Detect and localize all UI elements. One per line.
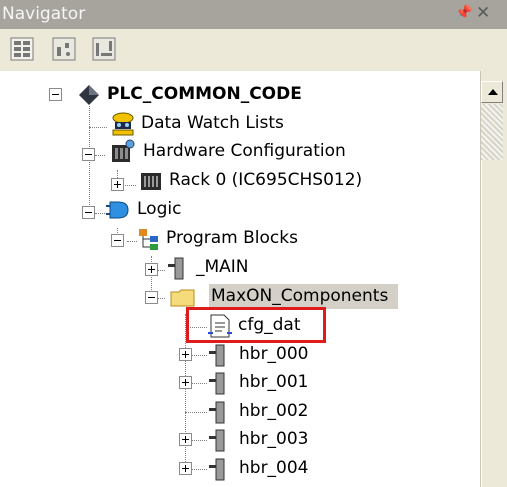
tree-node-data-watch[interactable]: Data Watch Lists (110, 111, 320, 137)
tree-node-cfg-dat[interactable]: cfg_dat (207, 313, 327, 339)
program-blocks-icon (139, 229, 158, 250)
cfg-dat-label: cfg_dat (238, 315, 301, 335)
tree-node-hbr-000[interactable]: hbr_000 (207, 342, 317, 368)
ladder-block-icon (209, 429, 225, 452)
expand-rack-toggle[interactable] (111, 178, 124, 191)
hbr-003-label: hbr_003 (239, 429, 309, 449)
panel-title: Navigator (2, 4, 86, 24)
tree-node-hbr-001[interactable]: hbr_001 (207, 370, 317, 396)
expand-main-toggle[interactable] (145, 263, 158, 276)
ladder-block-icon (209, 401, 225, 424)
hbr-002-label: hbr_002 (239, 401, 309, 421)
ladder-block-icon (209, 372, 225, 395)
tree-node-hardware[interactable]: Hardware Configuration (110, 139, 370, 165)
tree-node-root[interactable]: PLC_COMMON_CODE (76, 82, 336, 108)
project-diamond-icon (79, 85, 99, 105)
variables-view-icon[interactable] (52, 37, 76, 61)
tree-node-logic[interactable]: Logic (106, 197, 226, 223)
tree-node-main[interactable]: _MAIN (166, 255, 286, 281)
tree-node-hbr-003[interactable]: hbr_003 (207, 427, 317, 453)
rack-label: Rack 0 (IC695CHS012) (169, 170, 363, 190)
rack-icon (141, 173, 161, 190)
collapse-logic-toggle[interactable] (82, 206, 95, 219)
data-file-icon (208, 314, 232, 338)
collapse-root-toggle[interactable] (49, 88, 62, 101)
expand-hbr003-toggle[interactable] (179, 433, 192, 446)
expand-hbr001-toggle[interactable] (179, 376, 192, 389)
scrollbar-thumb[interactable] (481, 104, 503, 160)
close-icon[interactable]: ✕ (476, 3, 490, 23)
hbr-000-label: hbr_000 (239, 344, 309, 364)
hbr-001-label: hbr_001 (239, 372, 309, 392)
ladder-block-icon (209, 344, 225, 367)
scroll-up-arrow-icon[interactable] (481, 81, 503, 103)
expand-hbr000-toggle[interactable] (179, 348, 192, 361)
program-blocks-label: Program Blocks (166, 228, 298, 248)
main-label: _MAIN (196, 257, 249, 277)
tree-node-rack[interactable]: Rack 0 (IC695CHS012) (138, 168, 398, 194)
collapse-program-blocks-toggle[interactable] (111, 234, 124, 247)
root-label: PLC_COMMON_CODE (107, 84, 302, 104)
ladder-block-icon (209, 458, 225, 481)
scrollbar-track[interactable] (481, 160, 504, 487)
tree-node-hbr-004[interactable]: hbr_004 (207, 456, 317, 482)
title-bar: Navigator 📌 ✕ (0, 0, 507, 29)
collapse-hardware-toggle[interactable] (82, 148, 95, 161)
logic-gate-icon (106, 201, 129, 219)
toolbar (0, 29, 507, 72)
project-view-icon[interactable] (10, 37, 34, 61)
expand-hbr004-toggle[interactable] (179, 462, 192, 475)
navigator-panel: Navigator 📌 ✕ PLC_COMMON_CODE Data Watch… (0, 0, 507, 487)
hardware-config-icon (112, 139, 135, 162)
toolchest-view-icon[interactable] (92, 37, 116, 61)
maxon-label: MaxON_Components (211, 286, 389, 306)
ladder-block-icon (168, 257, 184, 280)
tree-node-program-blocks[interactable]: Program Blocks (136, 226, 336, 252)
hardware-label: Hardware Configuration (143, 141, 346, 161)
hbr-004-label: hbr_004 (239, 458, 309, 478)
data-watch-icon (112, 112, 134, 136)
pin-icon[interactable]: 📌 (455, 5, 472, 21)
data-watch-label: Data Watch Lists (141, 113, 284, 133)
collapse-maxon-toggle[interactable] (145, 291, 158, 304)
logic-label: Logic (137, 199, 182, 219)
tree-node-hbr-002[interactable]: hbr_002 (207, 399, 317, 425)
